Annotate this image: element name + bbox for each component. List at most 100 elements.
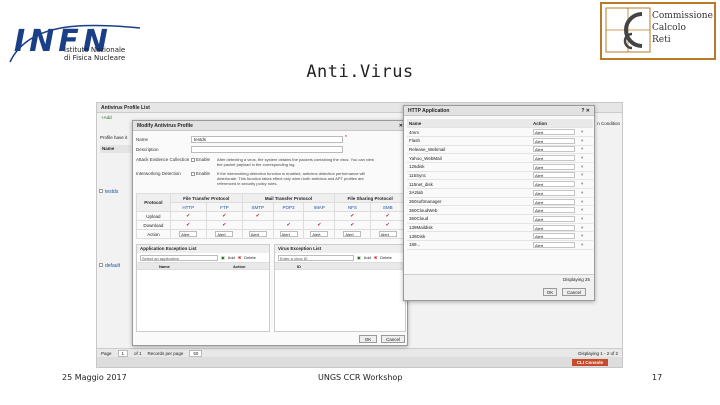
table-row[interactable]: 139Maildisk Alert ▾ xyxy=(407,223,593,233)
action-select[interactable]: Alert xyxy=(248,231,267,237)
action-select[interactable]: Alert xyxy=(215,231,234,237)
check-icon[interactable]: ✔ xyxy=(386,213,390,219)
table-row[interactable]: 360softmanager Alert ▾ xyxy=(407,197,593,207)
add-button[interactable]: +Add xyxy=(101,115,112,120)
app-action-select[interactable]: Alert xyxy=(533,233,575,240)
attack-enable-checkbox[interactable] xyxy=(191,157,195,162)
table-row[interactable]: testds xyxy=(99,189,118,195)
table-row[interactable]: 3A2lab Alert ▾ xyxy=(407,188,593,198)
table-row[interactable]: 139Disk Alert ▾ xyxy=(407,231,593,242)
app-add-button[interactable]: Add xyxy=(228,255,235,260)
check-icon[interactable]: ✔ xyxy=(222,213,226,219)
cancel-button[interactable]: Cancel xyxy=(381,335,405,343)
table-row[interactable]: 126disk Alert ▾ xyxy=(407,162,593,172)
app-action-select[interactable]: Alert xyxy=(533,189,575,196)
chevron-down-icon[interactable]: ▾ xyxy=(581,146,583,151)
attack-enable[interactable]: Enable xyxy=(191,157,210,162)
chevron-down-icon[interactable]: ▾ xyxy=(581,242,583,247)
page-input[interactable]: 1 xyxy=(117,349,129,357)
ok-button[interactable]: OK xyxy=(359,335,377,343)
close-icon[interactable]: ✕ xyxy=(586,108,590,114)
records-select[interactable]: 50 xyxy=(189,349,203,357)
table-row[interactable]: 189... Alert ▾ xyxy=(407,240,593,250)
chevron-down-icon[interactable]: ▾ xyxy=(581,129,583,134)
chevron-down-icon[interactable]: ▾ xyxy=(581,138,583,143)
name-input[interactable]: testds xyxy=(191,136,343,143)
table-row[interactable]: 360CloudWeb Alert ▾ xyxy=(407,205,593,216)
app-name: 4mm xyxy=(407,127,531,137)
app-delete-button[interactable]: Delete xyxy=(244,255,256,260)
virus-delete-button[interactable]: Delete xyxy=(380,255,392,260)
table-row[interactable]: 360Cloud Alert ▾ xyxy=(407,214,593,224)
chevron-down-icon[interactable]: ▾ xyxy=(581,233,583,238)
app-action-select[interactable]: Alert xyxy=(533,224,575,231)
chevron-down-icon[interactable]: ▾ xyxy=(581,225,583,230)
interworking-checkbox[interactable] xyxy=(191,171,195,176)
cli-console-button[interactable]: CLI Console xyxy=(571,359,608,366)
app-action-select[interactable]: Alert xyxy=(533,137,575,144)
check-icon[interactable]: ✔ xyxy=(350,213,354,219)
action-select[interactable]: Alert xyxy=(279,231,298,237)
app-action-select[interactable]: Alert xyxy=(533,129,575,136)
slide: INFN Istituto Nazionale di Fisica Nuclea… xyxy=(0,0,720,405)
table-row[interactable]: Yahoo_WebMail Alert ▾ xyxy=(407,153,593,163)
check-icon[interactable]: ✔ xyxy=(386,222,390,228)
table-row[interactable]: 115net_disk Alert ▾ xyxy=(407,179,593,189)
check-icon[interactable]: ✔ xyxy=(186,222,190,228)
check-icon[interactable]: ✔ xyxy=(186,213,190,219)
app-action-select[interactable]: Alert xyxy=(533,215,575,222)
column-checkbox[interactable] xyxy=(279,264,283,268)
chevron-down-icon[interactable]: ▾ xyxy=(581,199,583,204)
app-action-select[interactable]: Alert xyxy=(533,207,575,214)
app-action-select[interactable]: Alert xyxy=(533,146,575,153)
app-action-select[interactable]: Alert xyxy=(533,198,575,205)
check-icon[interactable]: ✔ xyxy=(350,222,354,228)
app-name: Yahoo_WebMail xyxy=(407,153,531,163)
table-row[interactable]: default xyxy=(99,263,120,269)
row-name[interactable]: testds xyxy=(105,189,118,195)
check-icon[interactable]: ✔ xyxy=(222,222,226,228)
app-action-select[interactable]: Alert xyxy=(533,155,575,162)
app-action-select[interactable]: Alert xyxy=(533,241,575,248)
app-action-select[interactable]: Alert xyxy=(533,181,575,188)
status-bar: CLI Console xyxy=(97,357,622,367)
app-action-select[interactable]: Alert xyxy=(533,163,575,170)
chevron-down-icon[interactable]: ▾ xyxy=(581,164,583,169)
row-checkbox[interactable] xyxy=(99,189,103,193)
app-action-select[interactable]: Alert xyxy=(533,172,575,179)
check-icon[interactable]: ✔ xyxy=(317,222,321,228)
delete-icon[interactable]: ✖ xyxy=(238,255,241,260)
chevron-down-icon[interactable]: ▾ xyxy=(581,216,583,221)
description-input[interactable] xyxy=(191,146,343,153)
add-icon[interactable]: ▣ xyxy=(221,255,225,260)
action-select[interactable]: Alert xyxy=(310,231,329,237)
row-name[interactable]: default xyxy=(105,263,120,269)
table-row[interactable]: 4mm Alert ▾ xyxy=(407,127,593,137)
virus-add-button[interactable]: Add xyxy=(364,255,371,260)
table-row[interactable]: Release_Webmail Alert ▾ xyxy=(407,145,593,155)
action-select[interactable]: Alert xyxy=(378,231,397,237)
action-select[interactable]: Alert xyxy=(179,231,198,237)
delete-icon[interactable]: ✖ xyxy=(374,255,377,260)
http-ok-button[interactable]: OK xyxy=(543,288,557,296)
check-icon[interactable]: ✔ xyxy=(286,222,290,228)
table-row[interactable]: 115Sync Alert ▾ xyxy=(407,171,593,181)
action-select[interactable]: Alert xyxy=(343,231,362,237)
table-row[interactable]: Flash Alert ▾ xyxy=(407,136,593,146)
check-icon[interactable]: ✔ xyxy=(256,213,260,219)
add-icon[interactable]: ▣ xyxy=(357,255,361,260)
row-checkbox[interactable] xyxy=(99,263,103,267)
http-cancel-button[interactable]: Cancel xyxy=(562,288,586,296)
virus-id-input[interactable]: Enter a virus ID xyxy=(278,254,354,261)
chevron-down-icon[interactable]: ▾ xyxy=(581,207,583,212)
proto-http: HTTP xyxy=(169,202,207,212)
interworking-enable[interactable]: Enable xyxy=(191,171,210,176)
help-icon[interactable]: ? xyxy=(581,108,584,114)
chevron-down-icon[interactable]: ▾ xyxy=(581,190,583,195)
infn-subtitle-line2: di Fisica Nucleare xyxy=(64,54,126,62)
app-exception-select[interactable]: Select an application xyxy=(140,254,218,261)
column-checkbox[interactable] xyxy=(141,264,145,268)
chevron-down-icon[interactable]: ▾ xyxy=(581,181,583,186)
chevron-down-icon[interactable]: ▾ xyxy=(581,155,583,160)
chevron-down-icon[interactable]: ▾ xyxy=(581,172,583,177)
